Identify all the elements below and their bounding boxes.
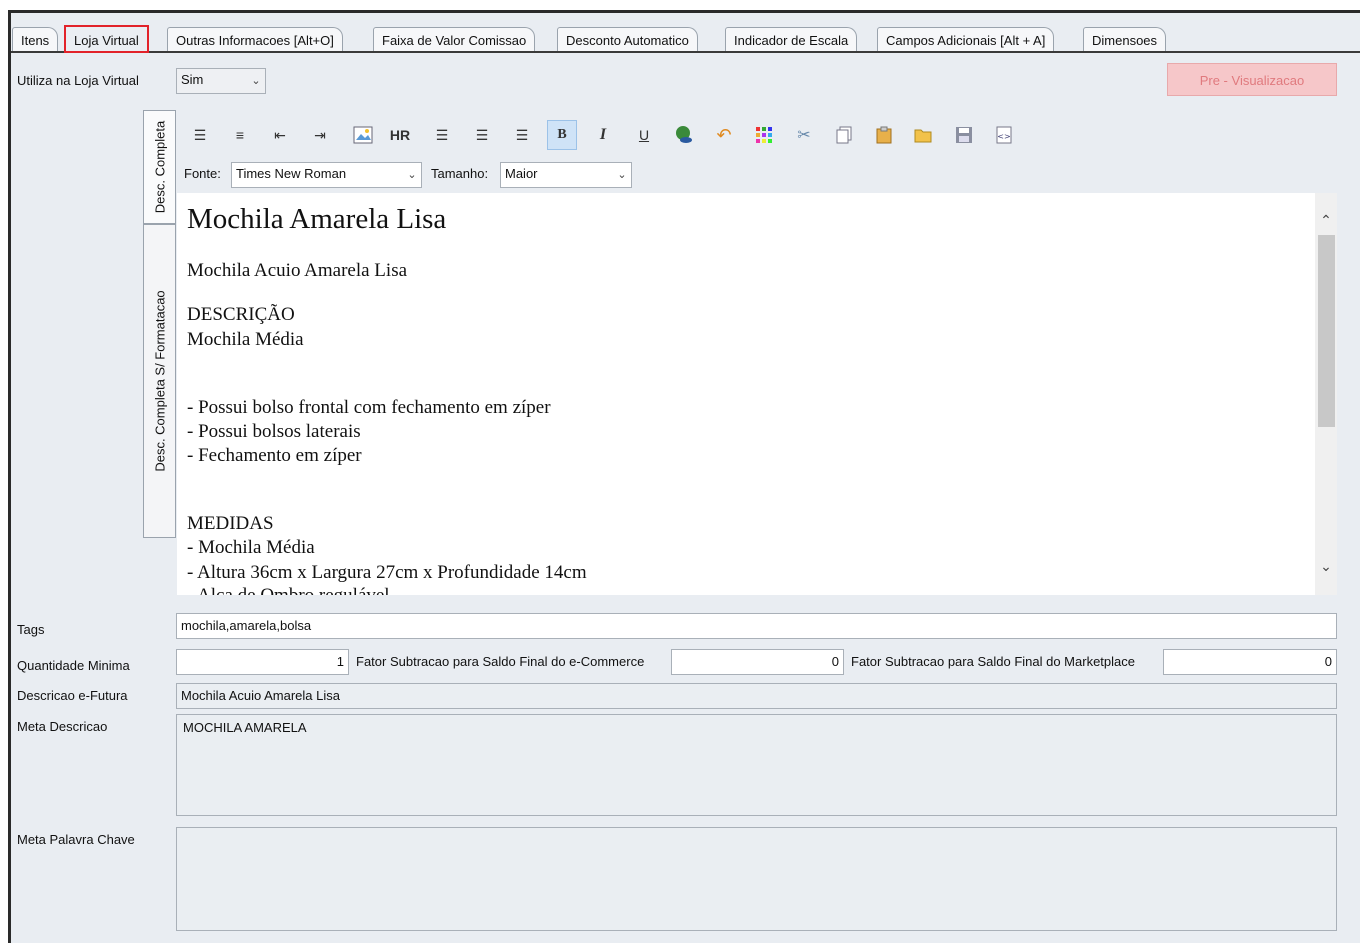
tab-outras-informacoes[interactable]: Outras Informacoes [Alt+O] — [167, 27, 343, 51]
source-code-icon[interactable]: <> — [993, 124, 1015, 146]
editor-feature-line: - Fechamento em zíper — [187, 445, 362, 466]
copy-icon[interactable] — [833, 124, 855, 146]
editor-desc-title: DESCRIÇÃO — [187, 304, 295, 325]
underline-icon[interactable]: U — [633, 124, 655, 146]
editor-feature-line: - Possui bolso frontal com fechamento em… — [187, 397, 551, 418]
scroll-up-icon[interactable]: ⌃ — [1315, 209, 1337, 233]
vtab-desc-completa[interactable]: Desc. Completa — [143, 110, 176, 224]
tab-bar: Itens Loja Virtual Outras Informacoes [A… — [12, 25, 1360, 53]
bullet-list-icon[interactable]: ≡ — [229, 124, 251, 146]
editor-medidas-title: MEDIDAS — [187, 513, 274, 534]
size-label: Tamanho: — [431, 166, 489, 181]
quantidade-minima-input[interactable]: 1 — [176, 649, 349, 675]
editor-medidas-line: - Alça de Ombro regulável — [187, 585, 390, 595]
scroll-down-icon[interactable]: ⌄ — [1315, 555, 1337, 579]
font-select[interactable]: Times New Roman ⌄ — [231, 162, 422, 188]
tab-campos-adicionais[interactable]: Campos Adicionais [Alt + A] — [877, 27, 1055, 51]
cut-icon[interactable]: ✂ — [793, 124, 815, 146]
fator-marketplace-label: Fator Subtracao para Saldo Final do Mark… — [851, 654, 1135, 669]
outdent-icon[interactable]: ⇤ — [269, 124, 291, 146]
fator-ecommerce-input[interactable]: 0 — [671, 649, 844, 675]
chevron-down-icon: ⌄ — [251, 75, 261, 87]
tags-input[interactable]: mochila,amarela,bolsa — [176, 613, 1337, 639]
meta-descricao-textarea[interactable]: MOCHILA AMARELA — [176, 714, 1337, 816]
editor-subtitle: Mochila Acuio Amarela Lisa — [187, 260, 408, 281]
loja-virtual-label: Utiliza na Loja Virtual — [17, 73, 139, 88]
save-icon[interactable] — [953, 124, 975, 146]
size-select[interactable]: Maior ⌄ — [500, 162, 632, 188]
vtab-desc-sem-formatacao-label: Desc. Completa S/ Formatacao — [152, 290, 167, 472]
preview-button[interactable]: Pre - Visualizacao — [1167, 63, 1337, 96]
tab-desconto-automatico[interactable]: Desconto Automatico — [557, 27, 698, 51]
tags-label: Tags — [17, 622, 45, 637]
loja-virtual-select[interactable]: Sim ⌄ — [176, 68, 266, 94]
horizontal-rule-icon[interactable]: HR — [389, 124, 411, 146]
tab-faixa-valor-comissao[interactable]: Faixa de Valor Comissao — [373, 27, 536, 51]
numbered-list-icon[interactable]: ☰ — [189, 124, 211, 146]
tab-divider — [11, 51, 1360, 53]
hyperlink-icon[interactable] — [673, 124, 695, 146]
descricao-efutura-label: Descricao e-Futura — [17, 688, 128, 703]
fator-ecommerce-label: Fator Subtracao para Saldo Final do e-Co… — [356, 654, 645, 669]
chevron-down-icon: ⌄ — [617, 169, 627, 181]
editor-heading: Mochila Amarela Lisa — [187, 203, 447, 235]
indent-icon[interactable]: ⇥ — [309, 124, 331, 146]
open-file-icon[interactable] — [913, 124, 935, 146]
align-center-icon[interactable]: ☰ — [471, 124, 493, 146]
editor-desc-line: Mochila Média — [187, 329, 304, 350]
tab-itens[interactable]: Itens — [12, 27, 59, 51]
align-right-icon[interactable]: ☰ — [511, 124, 533, 146]
meta-palavra-chave-label: Meta Palavra Chave — [17, 832, 135, 847]
rich-text-editor[interactable]: Mochila Amarela Lisa Mochila Acuio Amare… — [177, 193, 1337, 595]
editor-medidas-line: - Altura 36cm x Largura 27cm x Profundid… — [187, 562, 587, 583]
quantidade-minima-label: Quantidade Minima — [17, 658, 130, 673]
tab-loja-virtual[interactable]: Loja Virtual — [64, 25, 149, 53]
paste-icon[interactable] — [873, 124, 895, 146]
meta-palavra-chave-textarea[interactable] — [176, 827, 1337, 931]
fator-marketplace-input[interactable]: 0 — [1163, 649, 1337, 675]
align-left-icon[interactable]: ☰ — [431, 124, 453, 146]
editor-toolbar: ☰ ≡ ⇤ ⇥ HR ☰ ☰ ☰ B I U ↶ ✂ <> — [177, 118, 1037, 158]
insert-image-icon[interactable] — [352, 124, 374, 146]
editor-medidas-line: - Mochila Média — [187, 537, 315, 558]
color-palette-icon[interactable] — [753, 124, 775, 146]
descricao-efutura-field: Mochila Acuio Amarela Lisa — [176, 683, 1337, 709]
bold-icon[interactable]: B — [547, 120, 577, 150]
editor-scrollbar[interactable]: ⌃ ⌄ — [1315, 193, 1337, 595]
font-label: Fonte: — [184, 166, 221, 181]
meta-descricao-label: Meta Descricao — [17, 719, 108, 734]
chevron-down-icon: ⌄ — [407, 169, 417, 181]
tab-indicador-escala[interactable]: Indicador de Escala — [725, 27, 858, 51]
tab-dimensoes[interactable]: Dimensoes — [1083, 27, 1167, 51]
undo-icon[interactable]: ↶ — [713, 124, 735, 146]
vtab-desc-sem-formatacao[interactable]: Desc. Completa S/ Formatacao — [143, 224, 176, 538]
font-value: Times New Roman — [236, 166, 347, 181]
scrollbar-thumb[interactable] — [1318, 235, 1335, 427]
editor-feature-line: - Possui bolsos laterais — [187, 421, 361, 442]
loja-virtual-value: Sim — [181, 72, 204, 87]
vtab-desc-completa-label: Desc. Completa — [152, 120, 167, 214]
size-value: Maior — [505, 166, 538, 181]
svg-text:<>: <> — [997, 132, 1010, 141]
italic-icon[interactable]: I — [592, 124, 614, 146]
